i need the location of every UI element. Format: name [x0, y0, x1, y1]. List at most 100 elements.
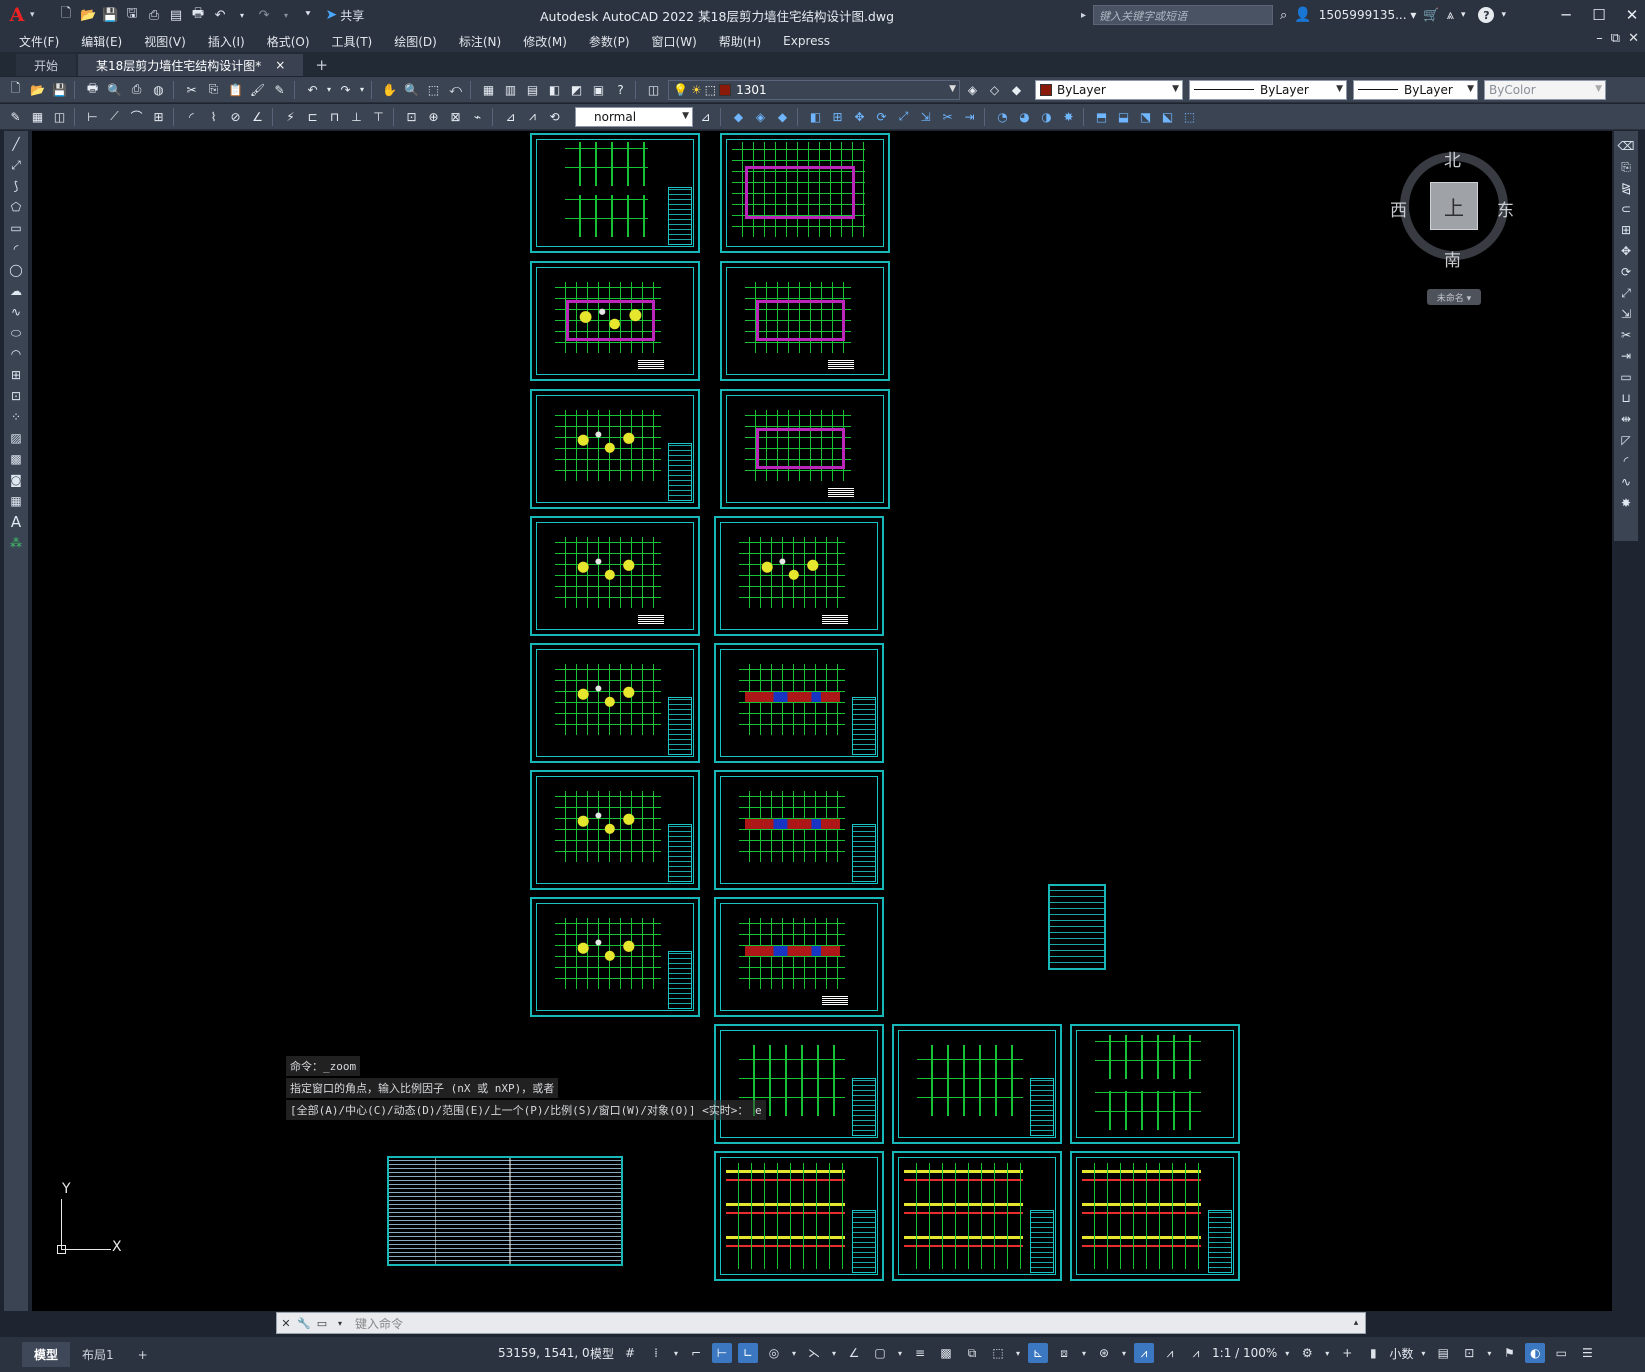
workspace-dropdown-icon[interactable]: ▾ — [1323, 1343, 1331, 1363]
close-window-button[interactable]: ✕ — [1619, 6, 1645, 24]
redo-icon[interactable]: ↷ — [336, 80, 355, 99]
app-dropdown-icon[interactable]: ▾ — [1461, 10, 1466, 20]
lineweight-icon[interactable]: ≡ — [910, 1343, 930, 1363]
snap-icon[interactable]: ⁞ — [646, 1343, 666, 1363]
drawing-sheet[interactable] — [530, 897, 700, 1017]
polygon-icon[interactable]: ⬠ — [7, 198, 25, 216]
command-recent-icon[interactable]: ▾ — [331, 1319, 349, 1328]
make-block-icon[interactable]: ⊡ — [7, 387, 25, 405]
zoom-previous-icon[interactable]: ⤺ — [446, 80, 465, 99]
drawing-sheet[interactable] — [530, 261, 700, 381]
transparency-icon[interactable]: ▩ — [936, 1343, 956, 1363]
paste-icon[interactable]: 📋 — [226, 80, 245, 99]
stretch-icon[interactable]: ⇲ — [916, 107, 935, 126]
make-current-layer-icon[interactable]: ◈ — [963, 80, 982, 99]
menu-file[interactable]: 文件(F) — [8, 33, 70, 50]
add-layout-button[interactable]: + — [126, 1344, 160, 1366]
drawing-sheet[interactable] — [530, 516, 700, 636]
drawing-sheet[interactable] — [892, 1151, 1062, 1281]
move-icon[interactable]: ✥ — [1617, 242, 1635, 260]
command-input[interactable]: 键入命令 — [349, 1314, 1347, 1332]
annotation-scale-value[interactable]: 1:1 / 100% — [1212, 1346, 1277, 1360]
match-properties-icon[interactable]: 🖌 — [248, 80, 267, 99]
3d-osnap-icon[interactable]: ⬚ — [988, 1343, 1008, 1363]
dimension-edit-icon[interactable]: ⊿ — [501, 107, 520, 126]
save-as-icon[interactable]: 🖫 — [123, 6, 142, 25]
drawing-canvas[interactable]: 上 北 南 东 西 未命名 ▾ Y X — [32, 131, 1612, 1311]
object-snap-dropdown-icon[interactable]: ▾ — [896, 1343, 904, 1363]
polar-tracking-icon[interactable]: ◎ — [764, 1343, 784, 1363]
jogged-dimension-icon[interactable]: ⌇ — [204, 107, 223, 126]
fillet-icon[interactable]: ◔ — [993, 107, 1012, 126]
layer-dropdown[interactable]: 💡 ☀ ⬚ 1301 ▼ — [668, 79, 960, 100]
maximize-button[interactable]: ☐ — [1586, 6, 1612, 24]
mirror-icon[interactable]: ◆ — [773, 107, 792, 126]
help-dropdown-icon[interactable]: ▾ — [1501, 10, 1506, 20]
user-account[interactable]: 1505999135... ▾ — [1319, 8, 1417, 22]
circle-icon[interactable]: ◯ — [7, 261, 25, 279]
ellipse-icon[interactable]: ⬭ — [7, 324, 25, 342]
quick-properties-icon[interactable]: ▤ — [1433, 1343, 1453, 1363]
tool-palettes-icon[interactable]: ▤ — [523, 80, 542, 99]
region-icon[interactable]: ◙ — [7, 471, 25, 489]
design-center-icon[interactable]: ▥ — [501, 80, 520, 99]
zoom-window-icon[interactable]: ⬚ — [424, 80, 443, 99]
cart-icon[interactable]: 🛒 — [1423, 8, 1439, 23]
clean-screen-icon[interactable]: ▭ — [1551, 1343, 1571, 1363]
grid-icon[interactable]: # — [620, 1343, 640, 1363]
aligned-dimension-icon[interactable]: ⟋ — [105, 107, 124, 126]
rectangle-icon[interactable]: ▭ — [7, 219, 25, 237]
lock-ui-icon[interactable]: ⊡ — [1459, 1343, 1479, 1363]
menu-tools[interactable]: 工具(T) — [321, 33, 384, 50]
drawing-sheet[interactable] — [530, 643, 700, 763]
linetype-dropdown[interactable]: ByLayer ▼ — [1189, 79, 1347, 100]
3d-move-icon[interactable]: ⬒ — [1092, 107, 1111, 126]
annotation-visibility-icon[interactable]: ⩘ — [1134, 1343, 1155, 1363]
plot-icon[interactable]: 🖶 — [83, 80, 102, 99]
lock-ui-dropdown-icon[interactable]: ▾ — [1485, 1343, 1493, 1363]
break-at-point-icon[interactable]: ▭ — [1617, 368, 1635, 386]
drawing-sheet[interactable] — [530, 389, 700, 509]
isodraft-dropdown-icon[interactable]: ▾ — [830, 1343, 838, 1363]
add-selected-icon[interactable]: ⁂ — [7, 534, 25, 552]
layer-properties-icon[interactable]: ◫ — [644, 80, 663, 99]
menu-window[interactable]: 窗口(W) — [641, 33, 708, 50]
baseline-dimension-icon[interactable]: ⊏ — [303, 107, 322, 126]
line-icon[interactable]: ╱ — [7, 135, 25, 153]
units-value[interactable]: 小数 — [1389, 1345, 1413, 1362]
menu-parametric[interactable]: 参数(P) — [578, 33, 641, 50]
jogged-linear-icon[interactable]: ⌁ — [468, 107, 487, 126]
tab-document[interactable]: 某18层剪力墙住宅结构设计图* × — [78, 54, 304, 76]
stretch-icon[interactable]: ⇲ — [1617, 305, 1635, 323]
publish-icon[interactable]: ⎙ — [127, 80, 146, 99]
snap-dropdown-icon[interactable]: ▾ — [672, 1343, 680, 1363]
revision-cloud-icon[interactable]: ☁ — [7, 282, 25, 300]
trim-icon[interactable]: ✂ — [1617, 326, 1635, 344]
3d-align-icon[interactable]: ⬔ — [1136, 107, 1155, 126]
drawing-sheet[interactable] — [720, 389, 890, 509]
units-icon[interactable]: ▮ — [1363, 1343, 1383, 1363]
drawing-sheet[interactable] — [714, 770, 884, 890]
dimension-text-edit-icon[interactable]: ⩘ — [523, 107, 542, 126]
selection-filter-dropdown-icon[interactable]: ▾ — [1080, 1343, 1088, 1363]
erase-icon[interactable]: ⌫ — [1617, 137, 1635, 155]
doc-restore-button[interactable]: ⧉ — [1611, 31, 1620, 46]
extend-icon[interactable]: ⇥ — [1617, 347, 1635, 365]
array-icon[interactable]: ⊞ — [1617, 221, 1635, 239]
help-icon[interactable]: ? — [1478, 7, 1495, 23]
scale-icon[interactable]: ⤢ — [894, 107, 913, 126]
compass-north-label[interactable]: 北 — [1444, 146, 1461, 171]
viewcube[interactable]: 上 北 南 东 西 — [1390, 146, 1514, 271]
3d-mirror-icon[interactable]: ⬕ — [1158, 107, 1177, 126]
undo-dropdown-icon[interactable]: ▾ — [325, 80, 333, 99]
ortho-icon[interactable]: ∟ — [738, 1343, 759, 1363]
insert-block-icon[interactable]: ⊞ — [7, 366, 25, 384]
plot-preview-icon[interactable]: ▤ — [167, 6, 186, 25]
plot-icon[interactable]: 🖶 — [189, 6, 208, 25]
doc-close-button[interactable]: ✕ — [1628, 31, 1639, 46]
table-icon[interactable]: ▦ — [7, 492, 25, 510]
selection-cycling-icon[interactable]: ⧉ — [962, 1343, 982, 1363]
save-icon[interactable]: 💾 — [101, 6, 120, 25]
selection-filter-icon[interactable]: ⧈ — [1054, 1343, 1074, 1363]
command-close-icon[interactable]: ✕ — [277, 1317, 295, 1330]
